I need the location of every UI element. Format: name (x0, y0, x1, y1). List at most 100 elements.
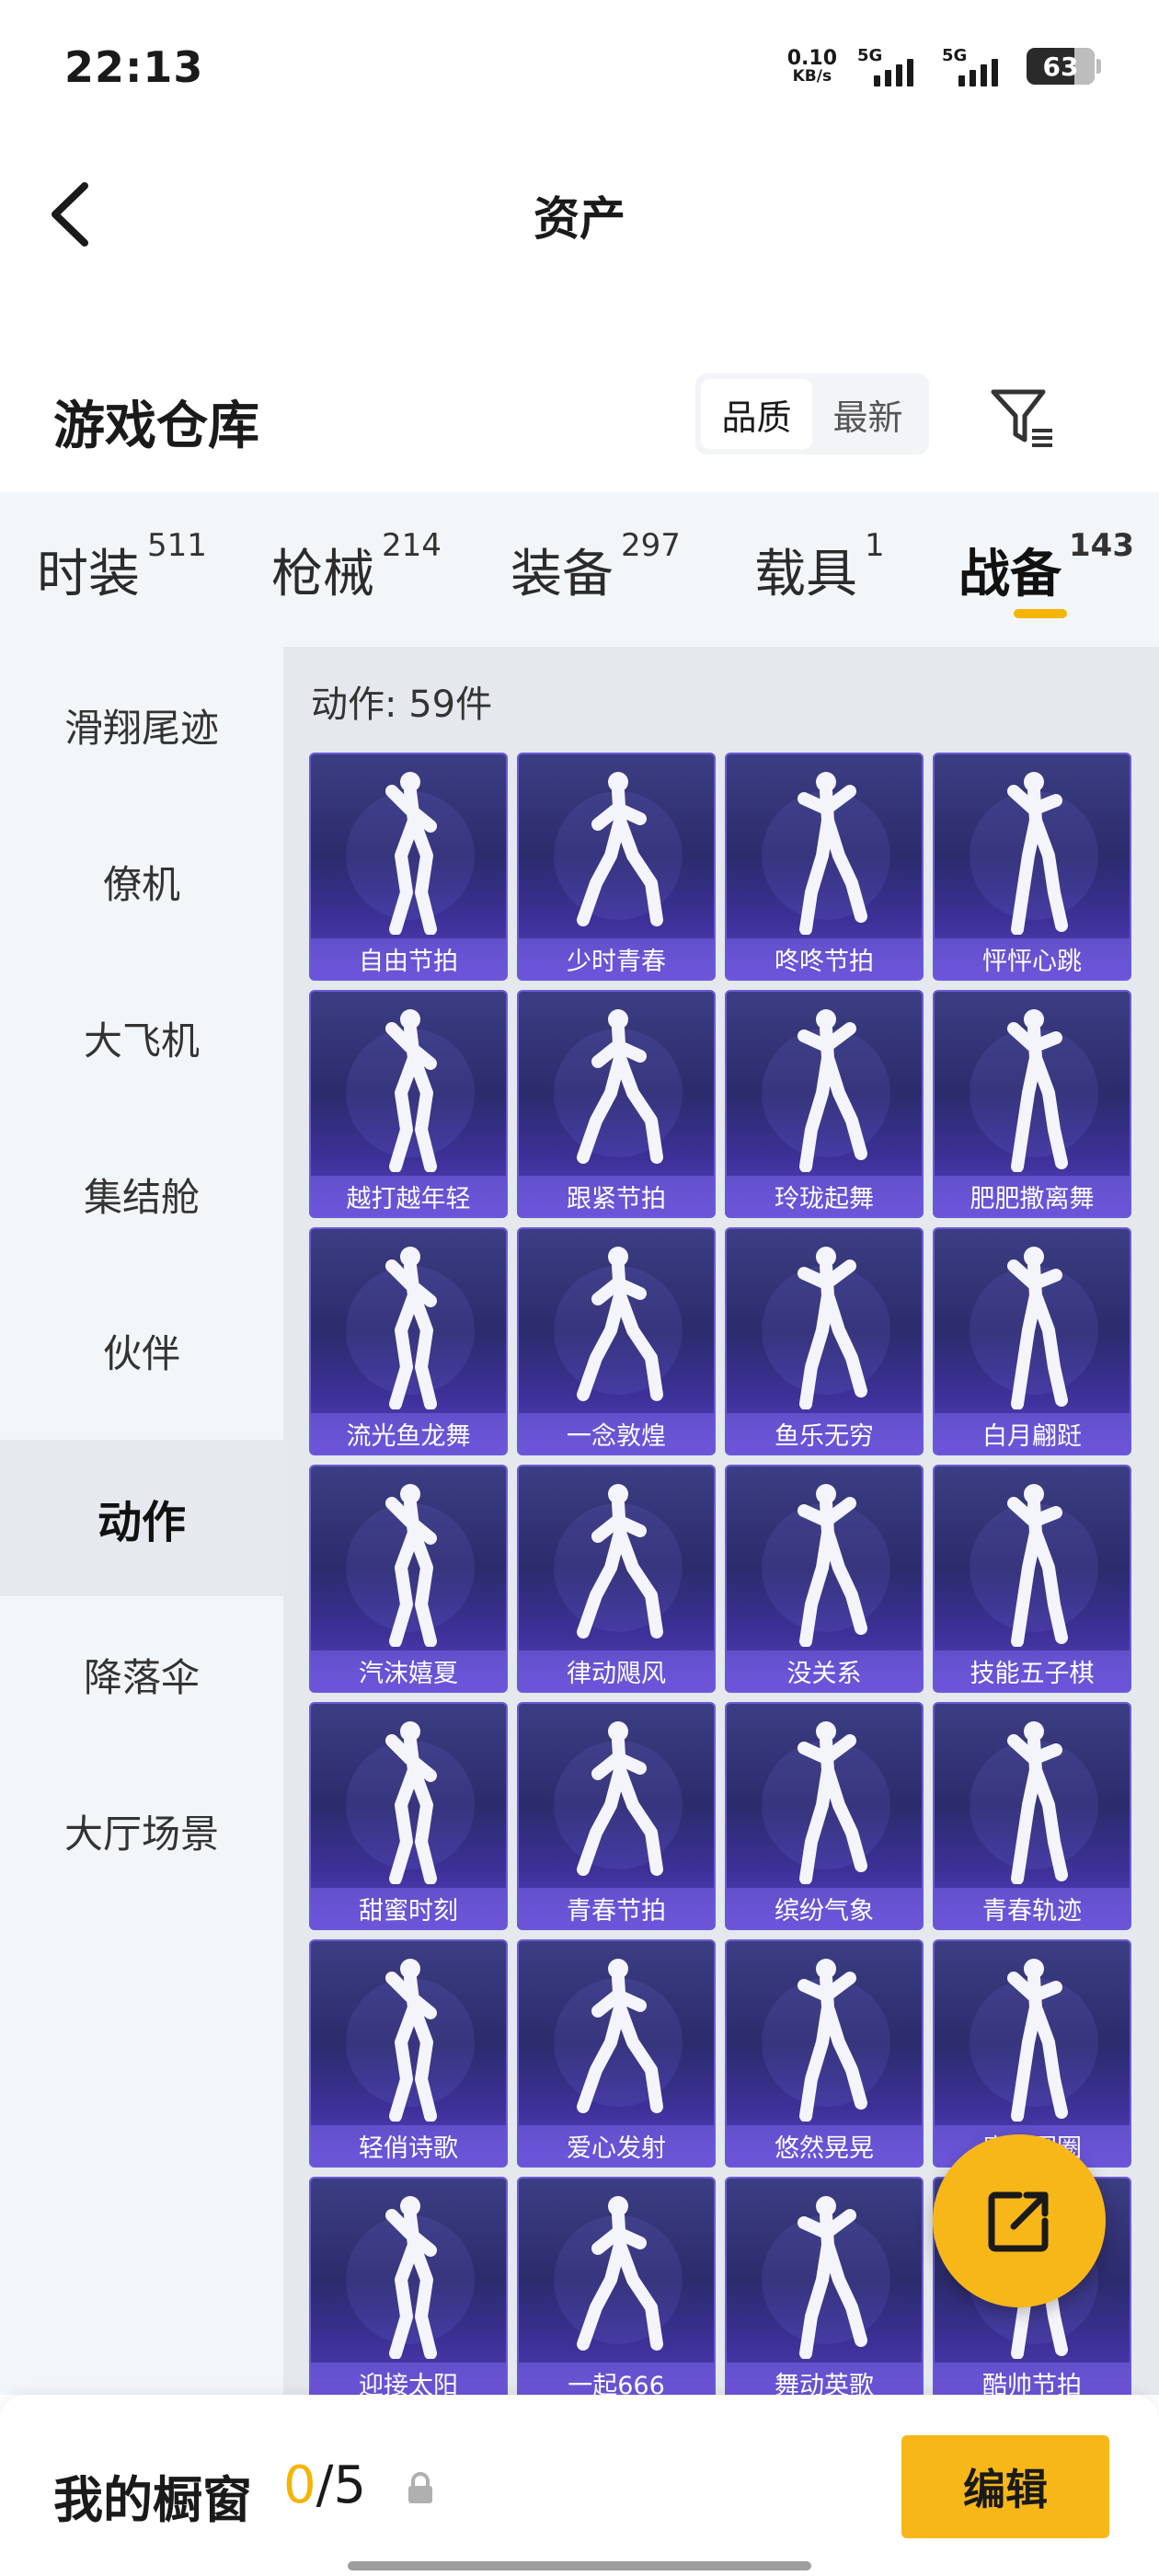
item-card[interactable]: 青春轨迹 (933, 1702, 1131, 1930)
dancer-silhouette-icon (554, 772, 683, 926)
filter-button[interactable] (988, 383, 1058, 453)
sidebar-item-parachute[interactable]: 降落伞 (0, 1596, 283, 1753)
item-card[interactable]: 轻俏诗歌 (309, 1939, 508, 2168)
lock-icon (408, 2472, 432, 2503)
status-bar: 22:13 0.10 KB/s 5G 5G 63 (0, 0, 1159, 138)
item-card[interactable]: 律动飓风 (517, 1465, 716, 1693)
tab-vehicles-label: 载具 (754, 545, 857, 604)
sidebar-item-assembly-pod[interactable]: 集结舱 (0, 1116, 283, 1272)
share-icon (988, 2191, 1049, 2252)
item-card-label: 玲珑起舞 (727, 1176, 922, 1216)
battery-icon: 63 (1027, 48, 1101, 85)
dancer-silhouette-icon (762, 772, 890, 935)
dancer-silhouette-icon (970, 1484, 1098, 1647)
signal-icon-2: 5G (942, 46, 1006, 86)
edit-button[interactable]: 编辑 (901, 2435, 1109, 2538)
section-title: 游戏仓库 (53, 397, 259, 456)
network-speed-unit: KB/s (792, 66, 832, 86)
item-card[interactable]: 魔力圈圈 (933, 1939, 1131, 2168)
page-title: 资产 (534, 192, 625, 246)
item-card[interactable]: 少时青春 (517, 753, 716, 981)
tab-combat-prep-count: 143 (1069, 527, 1134, 564)
item-card[interactable]: 技能五子棋 (933, 1465, 1131, 1693)
sort-option-quality[interactable]: 品质 (701, 379, 812, 449)
item-card[interactable]: 怦怦心跳 (933, 753, 1131, 981)
showcase-count: 0/5 (283, 2455, 366, 2515)
item-card[interactable]: 青春节拍 (517, 1702, 716, 1930)
dancer-silhouette-icon (970, 1721, 1098, 1884)
item-card-label: 迎接太阳 (311, 2363, 506, 2395)
tab-equipment-label: 装备 (511, 545, 614, 604)
item-card-label: 没关系 (727, 1650, 922, 1691)
dancer-silhouette-icon (554, 1959, 683, 2113)
item-card[interactable]: 跟紧节拍 (517, 990, 716, 1218)
item-card-label: 酷帅节拍 (935, 2363, 1130, 2395)
item-panel: 动作: 59件 自由节拍 少时青春 咚咚节拍 怦怦心跳越打越年轻 跟紧节拍 玲珑起舞 肥肥撒… (283, 647, 1159, 2395)
item-card[interactable]: 越打越年轻 (309, 990, 508, 1218)
dancer-silhouette-icon (346, 1721, 475, 1884)
item-card[interactable]: 爱心发射 (517, 1939, 716, 2168)
item-card-label: 青春轨迹 (935, 1888, 1130, 1928)
dancer-silhouette-icon (970, 1009, 1098, 1172)
item-card[interactable]: 舞动英歌 (725, 2177, 924, 2395)
item-card-label: 技能五子棋 (935, 1650, 1130, 1691)
dancer-silhouette-icon (762, 1721, 890, 1884)
sort-option-latest[interactable]: 最新 (812, 379, 924, 449)
item-card[interactable]: 迎接太阳 (309, 2177, 508, 2395)
sidebar-item-lobby-scene[interactable]: 大厅场景 (0, 1753, 283, 1909)
sidebar-item-wingman[interactable]: 僚机 (0, 803, 283, 960)
tab-active-indicator (1014, 609, 1067, 618)
sidebar-item-companion[interactable]: 伙伴 (0, 1272, 283, 1429)
tab-firearms[interactable]: 枪械 214 (271, 527, 442, 607)
item-card[interactable]: 一念敦煌 (517, 1227, 716, 1455)
status-time: 22:13 (64, 42, 204, 92)
item-card[interactable]: 流光鱼龙舞 (309, 1227, 508, 1455)
tab-firearms-label: 枪械 (271, 545, 374, 604)
item-card[interactable]: 白月翩跹 (933, 1227, 1131, 1455)
share-button[interactable] (933, 2134, 1106, 2307)
dancer-silhouette-icon (762, 1247, 890, 1409)
item-card-label: 汽沫嬉夏 (311, 1650, 506, 1691)
item-card[interactable]: 悠然晃晃 (725, 1939, 924, 2168)
tab-equipment[interactable]: 装备 297 (511, 527, 681, 607)
item-card[interactable]: 肥肥撒离舞 (933, 990, 1131, 1218)
tab-vehicles[interactable]: 载具 1 (754, 527, 885, 607)
tab-combat-prep[interactable]: 战备 143 (958, 527, 1134, 607)
item-card[interactable]: 缤纷气象 (725, 1702, 924, 1930)
dancer-silhouette-icon (762, 1484, 890, 1647)
dancer-silhouette-icon (346, 1484, 475, 1647)
item-card[interactable]: 甜蜜时刻 (309, 1702, 508, 1930)
item-card[interactable]: 鱼乐无穷 (725, 1227, 924, 1455)
dancer-silhouette-icon (762, 1009, 890, 1172)
home-indicator (348, 2561, 811, 2570)
section-bar: 游戏仓库 品质 最新 (0, 350, 1159, 488)
dancer-silhouette-icon (346, 2196, 475, 2359)
item-card-label: 跟紧节拍 (519, 1176, 714, 1216)
item-card-label: 轻俏诗歌 (311, 2125, 506, 2166)
dancer-silhouette-icon (554, 2196, 683, 2351)
sidebar-item-big-plane[interactable]: 大飞机 (0, 960, 283, 1116)
item-card[interactable]: 玲珑起舞 (725, 990, 924, 1218)
sidebar-item-emote[interactable]: 动作 (0, 1440, 283, 1596)
dancer-silhouette-icon (346, 772, 475, 935)
tab-fashion[interactable]: 时装 511 (37, 527, 207, 607)
dancer-silhouette-icon (554, 1721, 683, 1876)
dancer-silhouette-icon (554, 1009, 683, 1164)
item-card-label: 鱼乐无穷 (727, 1413, 922, 1454)
item-count-label: 动作: 59件 (311, 684, 493, 726)
dancer-silhouette-icon (554, 1247, 683, 1401)
sidebar-item-glide-trail[interactable]: 滑翔尾迹 (0, 647, 283, 803)
item-card[interactable]: 没关系 (725, 1465, 924, 1693)
item-card[interactable]: 一起666 (517, 2177, 716, 2395)
item-card[interactable]: 咚咚节拍 (725, 753, 924, 981)
item-card-label: 白月翩跹 (935, 1413, 1130, 1454)
dancer-silhouette-icon (762, 2196, 890, 2359)
dancer-silhouette-icon (970, 1247, 1098, 1409)
showcase-bar: 我的橱窗 0/5 编辑 (0, 2395, 1159, 2576)
item-card[interactable]: 自由节拍 (309, 753, 508, 981)
item-card-label: 咚咚节拍 (727, 938, 922, 979)
item-card[interactable]: 汽沫嬉夏 (309, 1465, 508, 1693)
item-card-label: 少时青春 (519, 938, 714, 979)
header: 资产 (0, 138, 1159, 285)
network-speed-value: 0.10 (786, 46, 837, 70)
